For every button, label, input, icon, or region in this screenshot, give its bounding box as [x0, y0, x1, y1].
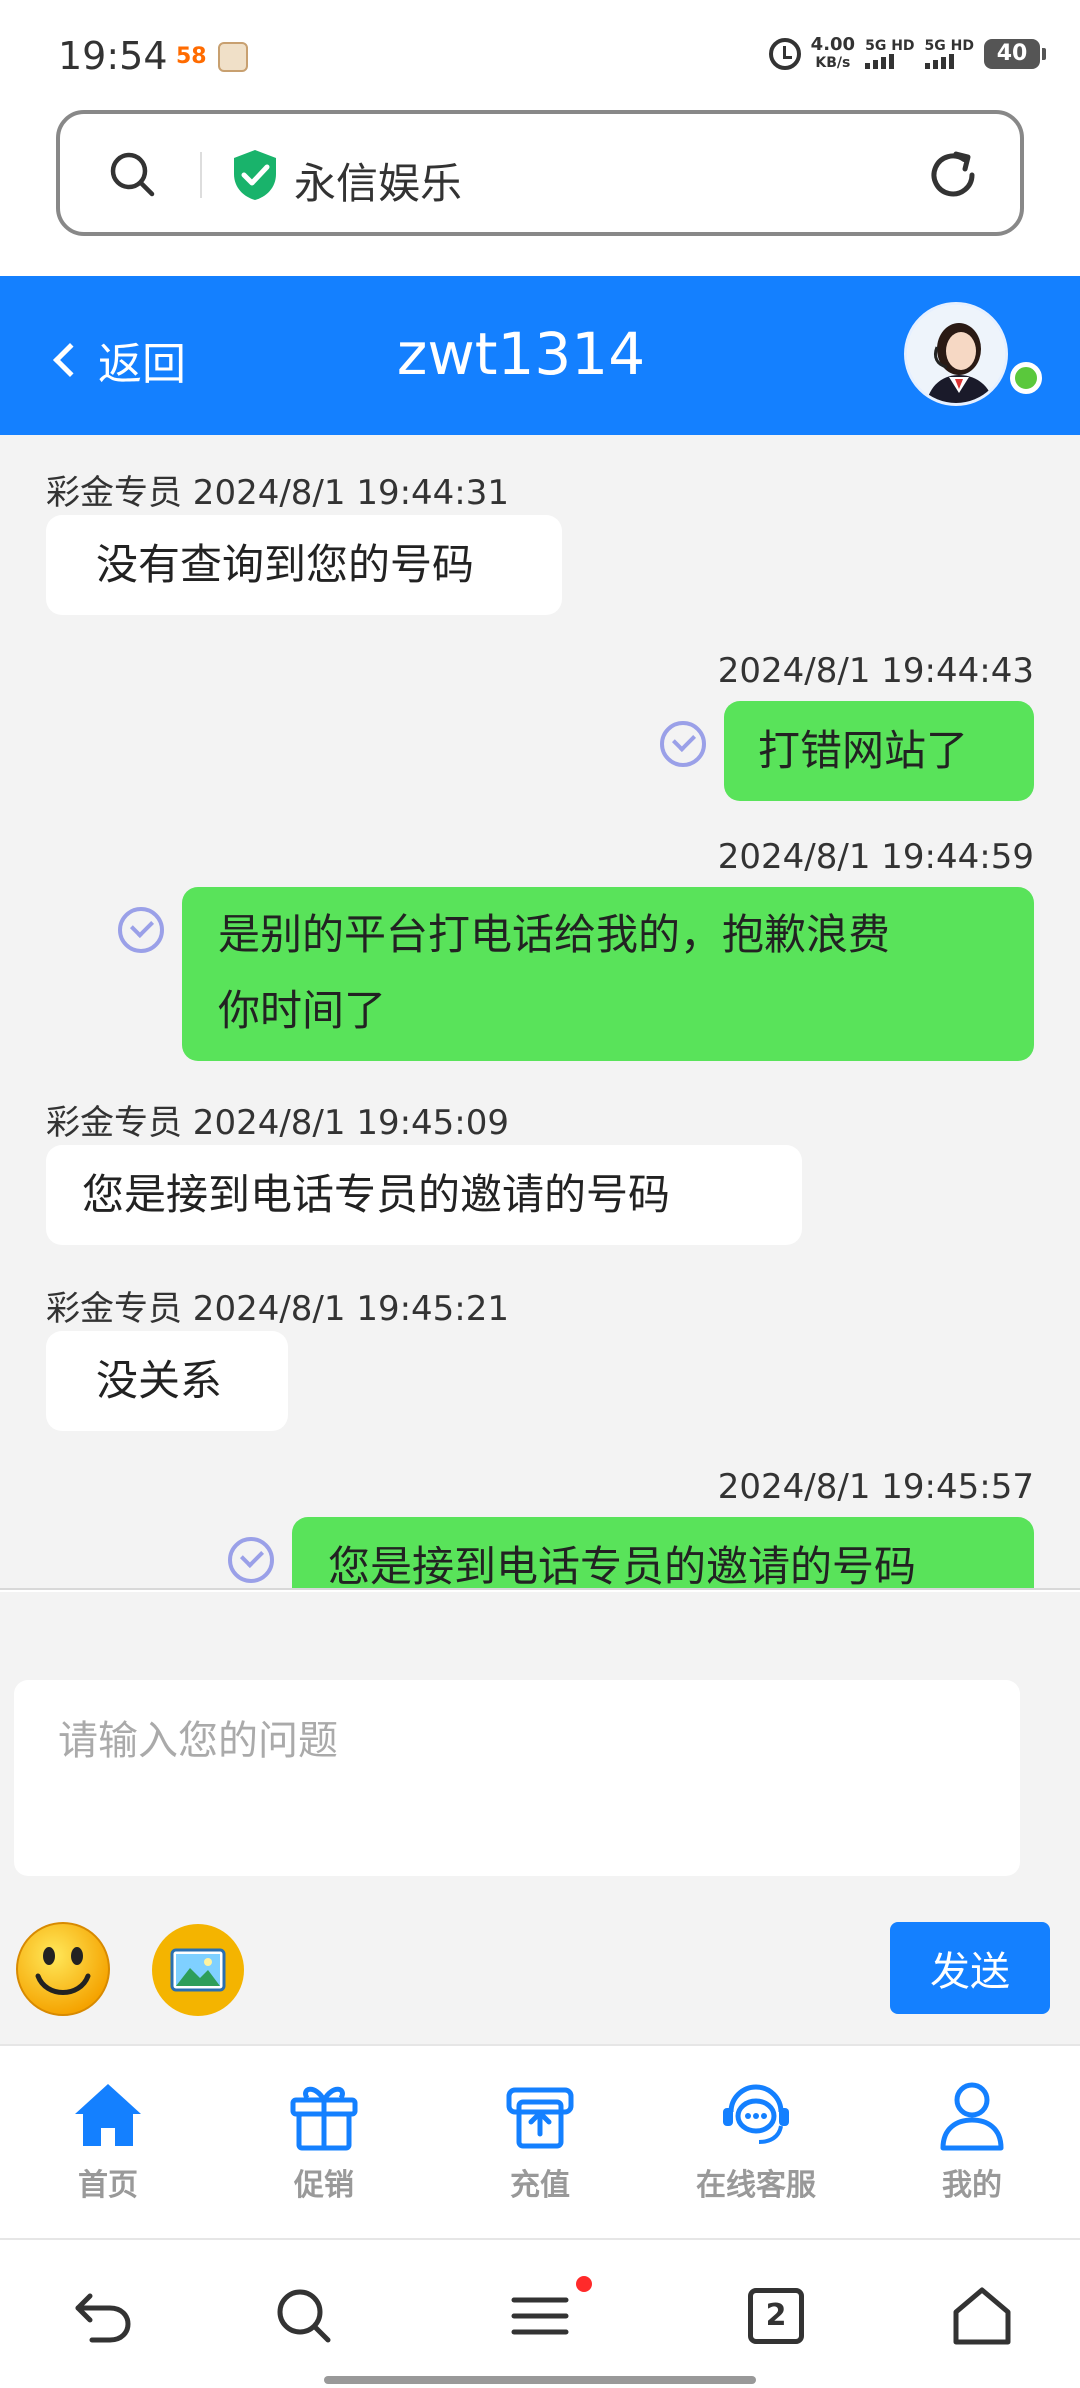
read-check-icon [228, 1537, 274, 1583]
network-speed: 4.00 KB/s [810, 34, 856, 72]
home-outline-icon[interactable] [950, 2284, 1014, 2348]
message-bubble-outgoing[interactable]: 您是接到电话专员的邀请的号码 [292, 1517, 1034, 1588]
alarm-icon [768, 38, 801, 70]
reload-icon[interactable] [926, 148, 980, 202]
agent-portrait-icon [907, 305, 1005, 403]
composer: 发送 [0, 1592, 1080, 2044]
app-notification-icon-2 [218, 42, 248, 72]
nav-label: 充值 [510, 2168, 570, 2203]
signal-sim2-icon: 5G HD [924, 39, 974, 69]
message-list[interactable]: 彩金专员 2024/8/1 19:44:31 没有查询到您的号码 2024/8/… [0, 435, 1080, 1590]
site-title[interactable]: 永信娱乐 [294, 150, 462, 211]
home-indicator[interactable] [324, 2376, 756, 2384]
nav-item-profile[interactable]: 我的 [882, 2076, 1062, 2204]
battery-icon: 40 [984, 39, 1046, 69]
nav-label: 在线客服 [696, 2168, 816, 2203]
chat-title: zwt1314 [396, 320, 646, 388]
bottom-nav: 首页 促销 充值 在线客服 我的 [0, 2044, 1080, 2240]
search-icon[interactable] [108, 150, 156, 198]
tab-count-button[interactable]: 2 [748, 2288, 804, 2344]
system-navigation: 2 [0, 2240, 1080, 2388]
message-bubble-incoming[interactable]: 没关系 [46, 1331, 288, 1431]
status-bar: 19:54 58 4.00 KB/s 5G HD 5G HD 40 [0, 0, 1080, 105]
send-button[interactable]: 发送 [890, 1922, 1050, 2014]
message-meta: 2024/8/1 19:44:43 [717, 651, 1034, 691]
user-icon [940, 2082, 1004, 2151]
online-status-dot [1010, 362, 1042, 394]
message-meta: 彩金专员 2024/8/1 19:45:09 [46, 1103, 510, 1143]
message-bubble-incoming[interactable]: 您是接到电话专员的邀请的号码 [46, 1145, 802, 1245]
menu-icon[interactable] [508, 2284, 572, 2348]
deposit-icon [506, 2087, 574, 2149]
message-input[interactable] [14, 1680, 1020, 1876]
nav-item-promotions[interactable]: 促销 [234, 2076, 414, 2204]
notification-dot [576, 2276, 592, 2292]
read-check-icon [660, 721, 706, 767]
status-time: 19:54 [58, 34, 168, 78]
message-bubble-outgoing[interactable]: 打错网站了 [724, 701, 1034, 801]
nav-item-support[interactable]: 在线客服 [666, 2076, 846, 2204]
nav-label: 首页 [78, 2168, 138, 2203]
nav-item-deposit[interactable]: 充值 [450, 2076, 630, 2204]
picture-icon[interactable] [150, 1922, 246, 2018]
browser-address-bar[interactable]: 永信娱乐 [56, 110, 1024, 236]
back-arrow-icon[interactable] [70, 2284, 134, 2348]
app-notification-icon: 58 [176, 44, 207, 69]
message-bubble-incoming[interactable]: 没有查询到您的号码 [46, 515, 562, 615]
secure-shield-icon [234, 150, 276, 200]
status-indicators: 4.00 KB/s 5G HD 5G HD 40 [768, 34, 1046, 72]
nav-item-home[interactable]: 首页 [18, 2076, 198, 2204]
home-icon [75, 2084, 141, 2146]
gift-icon [290, 2086, 358, 2151]
message-meta: 2024/8/1 19:45:57 [717, 1467, 1034, 1507]
smiley-emoji-icon[interactable] [14, 1920, 112, 2018]
search-icon[interactable] [272, 2284, 336, 2348]
message-meta: 2024/8/1 19:44:59 [717, 837, 1034, 877]
agent-avatar[interactable] [904, 302, 1008, 406]
address-bar-divider [200, 152, 202, 198]
message-meta: 彩金专员 2024/8/1 19:44:31 [46, 473, 510, 513]
nav-label: 我的 [942, 2168, 1002, 2203]
message-bubble-outgoing[interactable]: 是别的平台打电话给我的，抱歉浪费 你时间了 [182, 887, 1034, 1061]
nav-label: 促销 [294, 2168, 354, 2203]
message-meta: 彩金专员 2024/8/1 19:45:21 [46, 1289, 510, 1329]
signal-sim1-icon: 5G HD [865, 39, 915, 69]
read-check-icon [118, 907, 164, 953]
chat-support-icon [723, 2084, 789, 2144]
chat-header: 返回 zwt1314 [0, 276, 1080, 435]
